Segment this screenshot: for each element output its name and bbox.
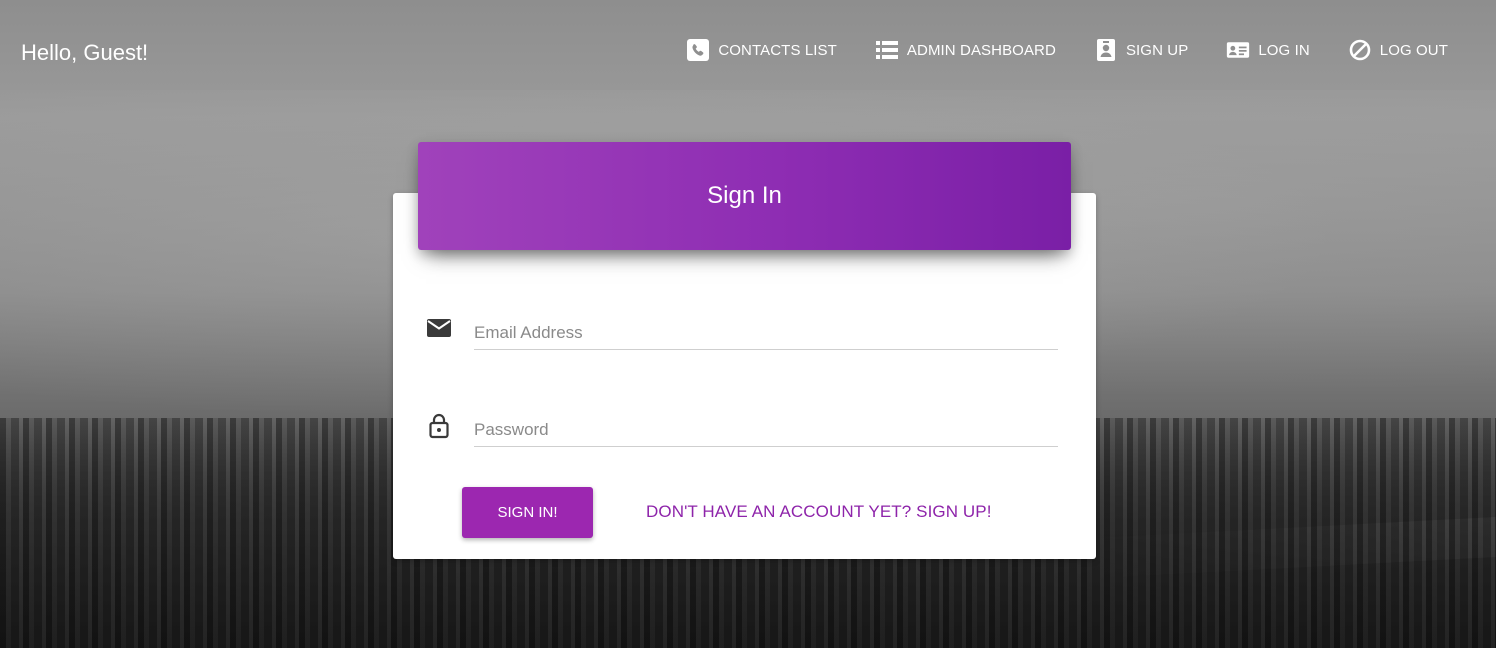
nav-sign-up-label: SIGN UP <box>1125 41 1189 59</box>
nav-log-in[interactable]: LOG IN <box>1226 38 1310 62</box>
lock-icon <box>425 411 453 439</box>
sign-in-title: Sign In <box>707 182 782 209</box>
nav-contacts-list-label: CONTACTS LIST <box>718 41 837 59</box>
nav-links: CONTACTS LIST ADMIN DASHBOARD SIGN UP LO… <box>686 38 1448 62</box>
password-field-group <box>425 403 1058 453</box>
email-field[interactable] <box>474 310 1058 350</box>
nav-admin-dashboard[interactable]: ADMIN DASHBOARD <box>875 38 1056 62</box>
password-field[interactable] <box>474 407 1058 447</box>
nav-sign-up[interactable]: SIGN UP <box>1094 38 1188 62</box>
sign-up-link[interactable]: DON'T HAVE AN ACCOUNT YET? SIGN UP! <box>646 502 992 522</box>
sign-in-button[interactable]: SIGN IN! <box>462 487 593 538</box>
nav-log-out-label: LOG OUT <box>1379 41 1448 59</box>
list-icon <box>875 38 899 62</box>
nav-log-in-label: LOG IN <box>1258 41 1310 59</box>
greeting-text: Hello, Guest! <box>21 40 149 65</box>
nav-log-out[interactable]: LOG OUT <box>1348 38 1448 62</box>
id-card-icon <box>1226 38 1250 62</box>
sign-in-card-header: Sign In <box>418 142 1071 250</box>
block-icon <box>1348 38 1372 62</box>
top-navbar: Hello, Guest! CONTACTS LIST ADMIN DASHBO… <box>0 0 1496 106</box>
phone-icon <box>686 38 710 62</box>
email-field-group <box>425 306 1058 356</box>
person-badge-icon <box>1094 38 1118 62</box>
nav-contacts-list[interactable]: CONTACTS LIST <box>686 38 837 62</box>
nav-admin-dashboard-label: ADMIN DASHBOARD <box>906 41 1056 59</box>
mail-icon <box>425 314 453 342</box>
